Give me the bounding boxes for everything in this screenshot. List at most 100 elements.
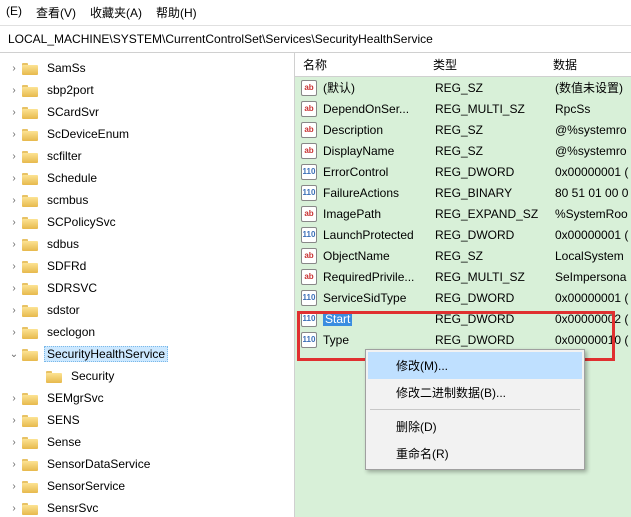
value-row[interactable]: abDisplayNameREG_SZ@%systemro xyxy=(295,140,631,161)
tree-toggle-icon[interactable]: › xyxy=(8,63,20,74)
list-header: 名称 类型 数据 xyxy=(295,53,631,77)
tree-item-scdeviceenum[interactable]: ›ScDeviceEnum xyxy=(0,123,294,145)
menu-item-rename[interactable]: 重命名(R) xyxy=(368,440,582,467)
tree-item-scfilter[interactable]: › scfilter xyxy=(0,145,294,167)
tree-toggle-icon[interactable]: › xyxy=(8,459,20,470)
tree-toggle-icon[interactable]: › xyxy=(8,283,20,294)
value-name-selected: Start xyxy=(323,312,352,326)
tree-item-label: sbp2port xyxy=(44,82,97,98)
tree-item-sensordataservice[interactable]: › SensorDataService xyxy=(0,453,294,475)
value-list-pane: 名称 类型 数据 ab(默认)REG_SZ(数值未设置)abDependOnSe… xyxy=(295,53,631,517)
folder-icon xyxy=(22,171,38,185)
value-row[interactable]: 110StartREG_DWORD0x00000002 ( xyxy=(295,308,631,329)
value-row[interactable]: 110ServiceSidTypeREG_DWORD0x00000001 ( xyxy=(295,287,631,308)
tree-item-label: SCardSvr xyxy=(44,104,102,120)
tree-toggle-icon[interactable]: › xyxy=(8,239,20,250)
tree-item-security[interactable]: Security xyxy=(0,365,294,387)
string-value-icon: ab xyxy=(301,122,317,138)
value-row[interactable]: 110TypeREG_DWORD0x00000010 ( xyxy=(295,329,631,350)
tree-item-label: Sense xyxy=(44,434,84,450)
value-data: 80 51 01 00 0 xyxy=(555,186,631,200)
tree-item-sense[interactable]: › Sense xyxy=(0,431,294,453)
tree-item-sbp2port[interactable]: › sbp2port xyxy=(0,79,294,101)
tree-toggle-icon[interactable]: › xyxy=(8,393,20,404)
value-row[interactable]: 110LaunchProtectedREG_DWORD0x00000001 ( xyxy=(295,224,631,245)
value-name: Type xyxy=(323,333,435,347)
value-name: DisplayName xyxy=(323,144,435,158)
value-data: (数值未设置) xyxy=(555,79,631,96)
binary-value-icon: 110 xyxy=(301,311,317,327)
tree-toggle-icon[interactable]: › xyxy=(8,437,20,448)
folder-icon xyxy=(22,105,38,119)
tree-toggle-icon[interactable]: › xyxy=(8,107,20,118)
tree-item-label: SensorDataService xyxy=(44,456,153,472)
value-row[interactable]: ab(默认)REG_SZ(数值未设置) xyxy=(295,77,631,98)
menu-item-modify-binary[interactable]: 修改二进制数据(B)... xyxy=(368,379,582,406)
value-name: Description xyxy=(323,123,435,137)
menu-item-delete[interactable]: 删除(D) xyxy=(368,413,582,440)
context-menu: 修改(M)... 修改二进制数据(B)... 删除(D) 重命名(R) xyxy=(365,349,585,470)
column-type[interactable]: 类型 xyxy=(425,56,545,73)
tree-toggle-icon[interactable]: › xyxy=(8,305,20,316)
tree-item-scardsvr[interactable]: › SCardSvr xyxy=(0,101,294,123)
value-row[interactable]: abImagePathREG_EXPAND_SZ%SystemRoo xyxy=(295,203,631,224)
tree-item-sdbus[interactable]: ›sdbus xyxy=(0,233,294,255)
value-data: @%systemro xyxy=(555,123,631,137)
tree-item-seclogon[interactable]: ›seclogon xyxy=(0,321,294,343)
value-name: FailureActions xyxy=(323,186,435,200)
tree-toggle-icon[interactable]: › xyxy=(8,217,20,228)
tree-item-sdstor[interactable]: ›sdstor xyxy=(0,299,294,321)
tree-item-label: SENS xyxy=(44,412,83,428)
tree-item-sdfrd[interactable]: ›SDFRd xyxy=(0,255,294,277)
value-row[interactable]: abRequiredPrivile...REG_MULTI_SZSeImpers… xyxy=(295,266,631,287)
tree-item-sensrsvc[interactable]: ›SensrSvc xyxy=(0,497,294,517)
tree-item-sensorservice[interactable]: ›SensorService xyxy=(0,475,294,497)
tree-toggle-icon[interactable]: › xyxy=(8,195,20,206)
value-type: REG_BINARY xyxy=(435,186,555,200)
value-type: REG_DWORD xyxy=(435,228,555,242)
tree-item-scpolicysvc[interactable]: ›SCPolicySvc xyxy=(0,211,294,233)
column-data[interactable]: 数据 xyxy=(545,56,631,73)
menu-item-modify[interactable]: 修改(M)... xyxy=(368,352,582,379)
menu-edit[interactable]: (E) xyxy=(6,4,22,21)
tree-toggle-icon[interactable]: › xyxy=(8,503,20,514)
value-row[interactable]: abDependOnSer...REG_MULTI_SZRpcSs xyxy=(295,98,631,119)
value-data: %SystemRoo xyxy=(555,207,631,221)
tree-toggle-icon[interactable]: ⌄ xyxy=(8,349,20,360)
tree-item-label: SecurityHealthService xyxy=(44,346,168,362)
tree-toggle-icon[interactable]: › xyxy=(8,261,20,272)
tree-item-schedule[interactable]: ›Schedule xyxy=(0,167,294,189)
tree-toggle-icon[interactable]: › xyxy=(8,129,20,140)
tree-toggle-icon[interactable]: › xyxy=(8,151,20,162)
tree-item-semgrsvc[interactable]: ›SEMgrSvc xyxy=(0,387,294,409)
value-row[interactable]: 110ErrorControlREG_DWORD0x00000001 ( xyxy=(295,161,631,182)
menu-help[interactable]: 帮助(H) xyxy=(156,4,197,21)
tree-toggle-icon[interactable]: › xyxy=(8,481,20,492)
value-row[interactable]: abDescriptionREG_SZ@%systemro xyxy=(295,119,631,140)
tree-toggle-icon[interactable]: › xyxy=(8,415,20,426)
tree-item-sdrsvc[interactable]: ›SDRSVC xyxy=(0,277,294,299)
folder-icon xyxy=(22,501,38,515)
value-name: ErrorControl xyxy=(323,165,435,179)
tree-item-sens[interactable]: › SENS xyxy=(0,409,294,431)
tree-toggle-icon[interactable]: › xyxy=(8,173,20,184)
menu-favorites[interactable]: 收藏夹(A) xyxy=(90,4,142,21)
tree-item-securityhealthservice[interactable]: ⌄ SecurityHealthService xyxy=(0,343,294,365)
registry-tree[interactable]: ›SamSs›sbp2port›SCardSvr›ScDeviceEnum›sc… xyxy=(0,53,295,517)
address-bar[interactable]: LOCAL_MACHINE\SYSTEM\CurrentControlSet\S… xyxy=(0,26,631,53)
folder-icon xyxy=(22,127,38,141)
menu-view[interactable]: 查看(V) xyxy=(36,4,76,21)
folder-icon xyxy=(22,281,38,295)
value-data: 0x00000001 ( xyxy=(555,291,631,305)
value-name: ObjectName xyxy=(323,249,435,263)
tree-toggle-icon[interactable]: › xyxy=(8,85,20,96)
value-name: ImagePath xyxy=(323,207,435,221)
tree-item-samss[interactable]: ›SamSs xyxy=(0,57,294,79)
tree-item-scmbus[interactable]: ›scmbus xyxy=(0,189,294,211)
tree-item-label: scfilter xyxy=(44,148,85,164)
column-name[interactable]: 名称 xyxy=(295,56,425,73)
value-row[interactable]: abObjectNameREG_SZLocalSystem xyxy=(295,245,631,266)
value-data: SeImpersona xyxy=(555,270,631,284)
value-row[interactable]: 110FailureActionsREG_BINARY80 51 01 00 0 xyxy=(295,182,631,203)
tree-toggle-icon[interactable]: › xyxy=(8,327,20,338)
